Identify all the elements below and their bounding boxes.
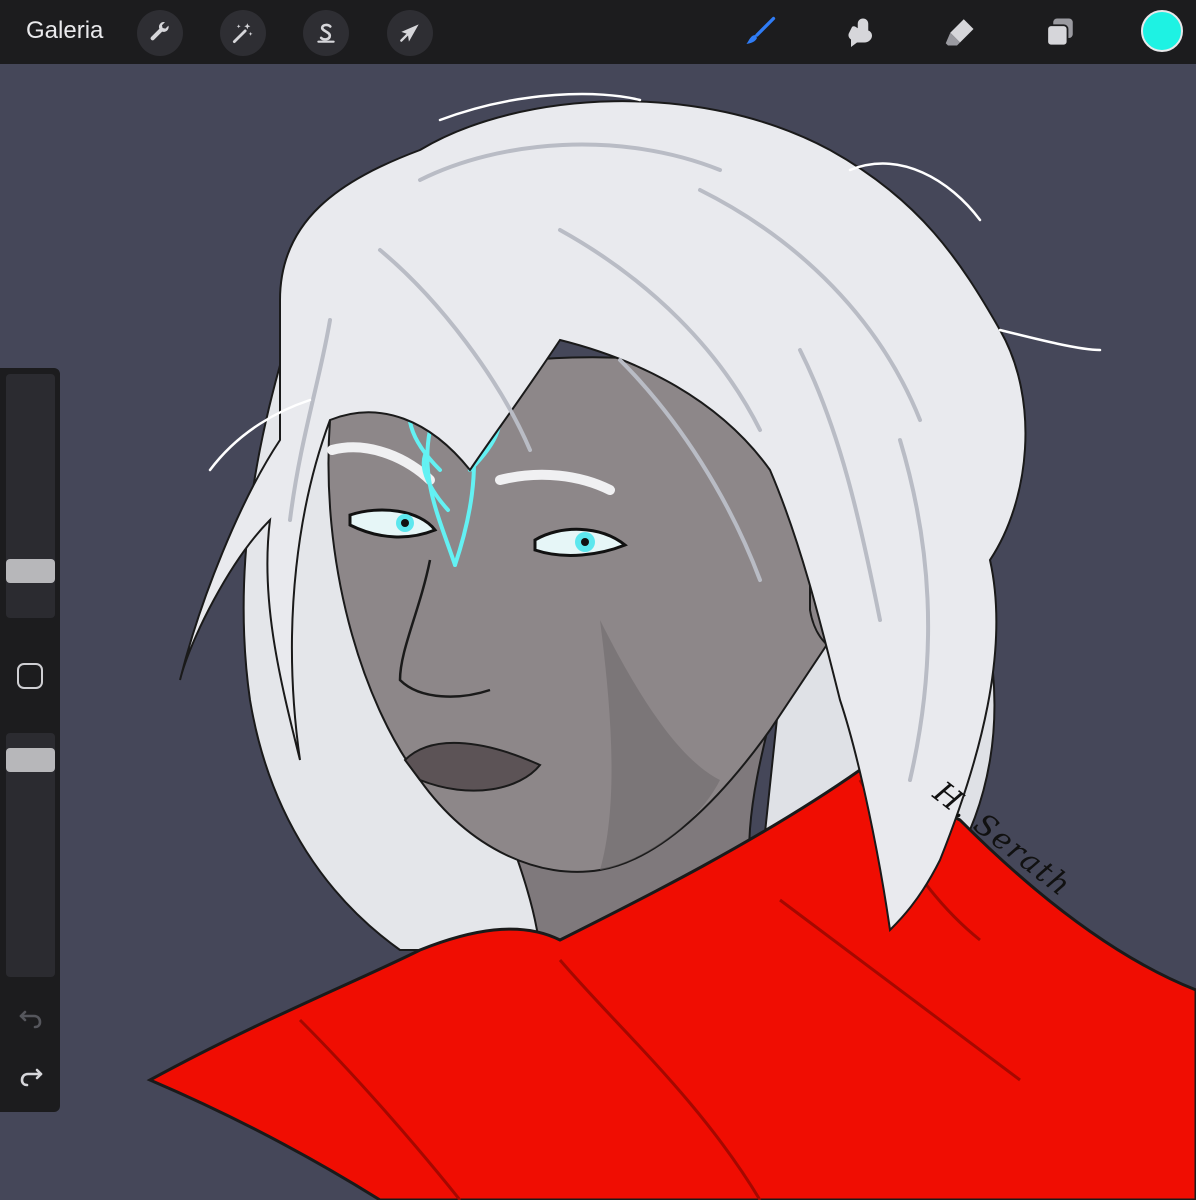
selection-button[interactable] [303,10,349,56]
smudge-tool[interactable] [840,12,880,52]
opacity-slider-thumb[interactable] [6,748,55,773]
drawing-canvas[interactable] [0,64,1196,1200]
redo-arrow-icon[interactable] [17,1064,45,1088]
brush-size-slider-thumb[interactable] [6,558,55,583]
selection-s-icon [317,23,335,43]
color-picker-swatch[interactable] [1141,10,1183,52]
eraser-tool[interactable] [940,12,980,52]
layers-tool[interactable] [1040,12,1080,52]
wrench-icon [150,22,169,41]
transform-button[interactable] [387,10,433,56]
actions-button[interactable] [137,10,183,56]
left-sidebar [0,368,60,1112]
undo-arrow-icon[interactable] [17,1006,45,1030]
top-toolbar: Galeria [0,0,1196,64]
arrow-cursor-icon [400,24,419,42]
adjustments-button[interactable] [220,10,266,56]
brush-icon [746,16,776,44]
brush-tool[interactable] [740,12,780,52]
eraser-icon [945,19,974,46]
modify-button[interactable] [17,663,43,689]
magic-wand-icon [232,23,253,44]
layers-icon [1046,18,1073,47]
smudge-finger-icon [848,18,872,47]
gallery-button[interactable]: Galeria [26,17,103,45]
